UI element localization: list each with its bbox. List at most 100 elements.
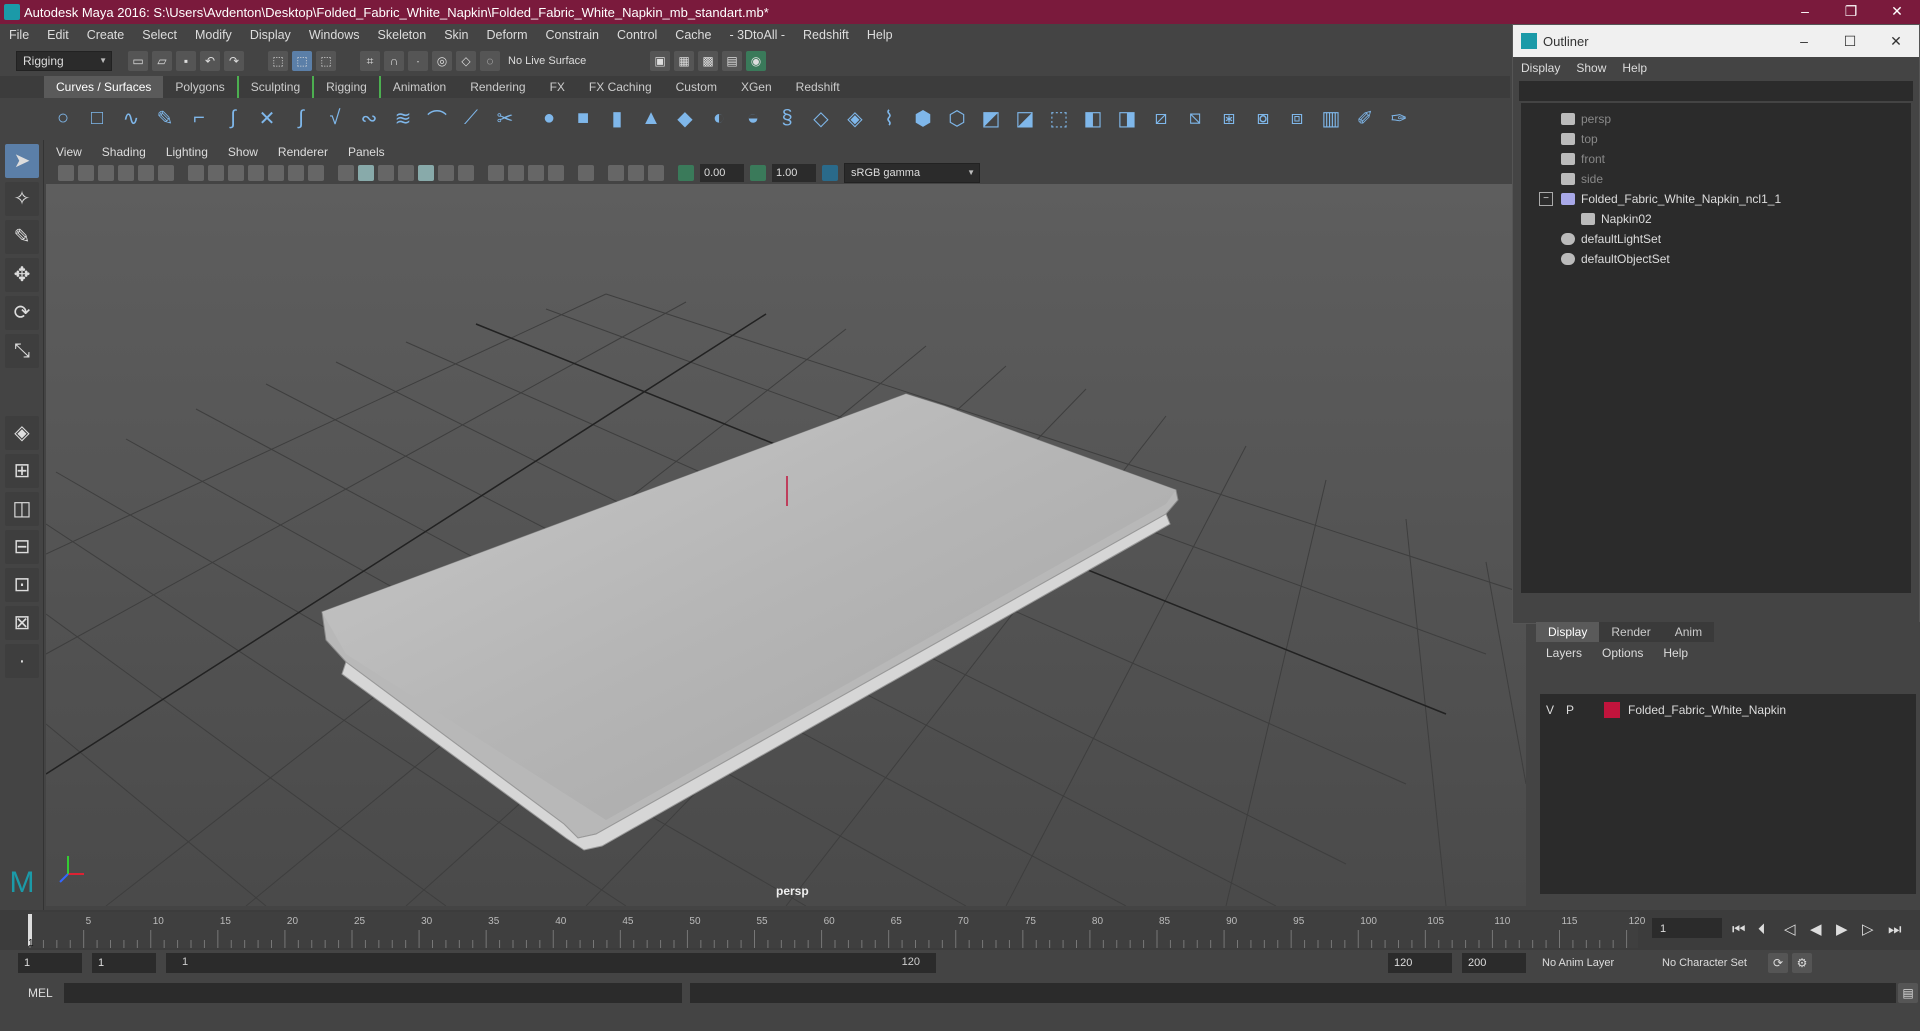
minimize-button[interactable]: –: [1782, 0, 1828, 24]
single-view-layout-icon[interactable]: ◈: [5, 416, 39, 450]
outliner-item-napkin02[interactable]: Napkin02: [1581, 209, 1652, 229]
close-button[interactable]: ✕: [1874, 0, 1920, 24]
curve-extend-icon[interactable]: ⟋: [458, 105, 484, 131]
xray-joints-icon[interactable]: [608, 165, 624, 181]
menu-display[interactable]: Display: [241, 28, 300, 42]
bevel-icon[interactable]: ◩: [978, 105, 1004, 131]
rotate-tool-icon[interactable]: ⟳: [5, 296, 39, 330]
project-curve-icon[interactable]: ⬚: [1046, 105, 1072, 131]
menu-constrain[interactable]: Constrain: [537, 28, 609, 42]
range-slider[interactable]: 1 120: [166, 953, 936, 973]
command-language-label[interactable]: MEL: [28, 986, 64, 1000]
select-tool-icon[interactable]: ➤: [5, 144, 39, 178]
outliner-close-button[interactable]: ✕: [1873, 25, 1919, 57]
grease-pencil-icon[interactable]: [158, 165, 174, 181]
bevel-plus-icon[interactable]: ◪: [1012, 105, 1038, 131]
outliner-item-top[interactable]: top: [1561, 129, 1598, 149]
shelf-tab-custom[interactable]: Custom: [664, 76, 729, 98]
live-surface-icon[interactable]: ◌: [480, 51, 500, 71]
playback-start-field[interactable]: 1: [92, 953, 156, 973]
snap-grid-icon[interactable]: ⌗: [360, 51, 380, 71]
layer-tab-display[interactable]: Display: [1536, 622, 1600, 642]
boundary-icon[interactable]: ⬢: [910, 105, 936, 131]
layout-more-icon[interactable]: ·: [5, 644, 39, 678]
field-chart-icon[interactable]: [268, 165, 284, 181]
layer-menu-help[interactable]: Help: [1653, 646, 1698, 660]
rebuild-surface-icon[interactable]: ▥: [1318, 105, 1344, 131]
napkin-mesh[interactable]: [321, 393, 1179, 851]
animation-prefs-icon[interactable]: ⚙: [1792, 953, 1812, 973]
xray-icon[interactable]: [418, 165, 434, 181]
shelf-tab-animation[interactable]: Animation: [381, 76, 458, 98]
menu-help[interactable]: Help: [858, 28, 902, 42]
surface-edit-icon[interactable]: ✑: [1386, 105, 1412, 131]
nurbs-sphere-icon[interactable]: ●: [536, 105, 562, 131]
layer-playback-toggle[interactable]: P: [1560, 703, 1580, 717]
render-settings-icon[interactable]: ▤: [722, 51, 742, 71]
panel-menu-lighting[interactable]: Lighting: [156, 145, 218, 159]
menu-3dtoall[interactable]: - 3DtoAll -: [720, 28, 794, 42]
viewport-persp[interactable]: persp: [46, 184, 1526, 906]
nurbs-plane-icon[interactable]: ◆: [672, 105, 698, 131]
outliner-item-default-object-set[interactable]: defaultObjectSet: [1561, 249, 1670, 269]
outliner-item-persp[interactable]: persp: [1561, 109, 1611, 129]
layer-menu-layers[interactable]: Layers: [1536, 646, 1592, 660]
menu-deform[interactable]: Deform: [478, 28, 537, 42]
outliner-search-field[interactable]: [1519, 81, 1913, 101]
hypershade-icon[interactable]: ◉: [746, 51, 766, 71]
square-surface-icon[interactable]: ⬡: [944, 105, 970, 131]
step-forward-frame-icon[interactable]: ▷: [1862, 920, 1874, 938]
auto-key-icon[interactable]: ⟳: [1768, 953, 1788, 973]
panel-menu-renderer[interactable]: Renderer: [268, 145, 338, 159]
wireframe-icon[interactable]: [338, 165, 354, 181]
exposure-icon[interactable]: [678, 165, 694, 181]
curve-intersect-icon[interactable]: ✕: [254, 105, 280, 131]
safe-action-icon[interactable]: [288, 165, 304, 181]
bookmark-icon[interactable]: [98, 165, 114, 181]
move-tool-icon[interactable]: ✥: [5, 258, 39, 292]
bezier-curve-icon[interactable]: ∫: [220, 105, 246, 131]
loft-icon[interactable]: §: [774, 105, 800, 131]
go-to-start-icon[interactable]: ⏮: [1732, 920, 1746, 938]
two-view-layout-icon[interactable]: ◫: [5, 492, 39, 526]
birail-icon[interactable]: ⌇: [876, 105, 902, 131]
offset-surface-icon[interactable]: ⧈: [1284, 105, 1310, 131]
panel-menu-shading[interactable]: Shading: [92, 145, 156, 159]
menu-windows[interactable]: Windows: [300, 28, 369, 42]
shelf-tab-curves-surfaces[interactable]: Curves / Surfaces: [44, 76, 164, 98]
extrude-icon[interactable]: ◈: [842, 105, 868, 131]
paint-select-tool-icon[interactable]: ✎: [5, 220, 39, 254]
ep-curve-icon[interactable]: ⌐: [186, 105, 212, 131]
safe-title-icon[interactable]: [308, 165, 324, 181]
curve-rebuild-icon[interactable]: ∾: [356, 105, 382, 131]
play-backwards-icon[interactable]: ◀: [1810, 920, 1822, 938]
play-forwards-icon[interactable]: ▶: [1836, 920, 1848, 938]
playback-end-field[interactable]: 120: [1388, 953, 1452, 973]
2d-pan-zoom-icon[interactable]: [138, 165, 154, 181]
extend-surface-icon[interactable]: ⧇: [1250, 105, 1276, 131]
scene-start-field[interactable]: 1: [18, 953, 82, 973]
menu-skeleton[interactable]: Skeleton: [369, 28, 436, 42]
shelf-tab-fx-caching[interactable]: FX Caching: [577, 76, 664, 98]
insert-isoparm-icon[interactable]: ⧆: [1216, 105, 1242, 131]
gamma-field[interactable]: 1.00: [772, 164, 816, 182]
resolution-gate-icon[interactable]: [228, 165, 244, 181]
nurbs-torus-icon[interactable]: ◐: [706, 105, 732, 131]
detach-surfaces-icon[interactable]: ⧅: [1182, 105, 1208, 131]
default-material-icon[interactable]: [378, 165, 394, 181]
gate-mask-icon[interactable]: [248, 165, 264, 181]
image-plane-icon[interactable]: [118, 165, 134, 181]
curve-detach-icon[interactable]: √: [322, 105, 348, 131]
nurbs-cylinder-icon[interactable]: ▮: [604, 105, 630, 131]
persp-outliner-layout-icon[interactable]: ⊟: [5, 530, 39, 564]
outliner-menu-help[interactable]: Help: [1614, 61, 1655, 75]
command-input[interactable]: [63, 983, 682, 1003]
scene-end-field[interactable]: 200: [1462, 953, 1526, 973]
curve-attach-icon[interactable]: ∫: [288, 105, 314, 131]
grid-toggle-icon[interactable]: [188, 165, 204, 181]
lasso-tool-icon[interactable]: ✧: [5, 182, 39, 216]
script-editor-icon[interactable]: ▤: [1898, 983, 1919, 1003]
camera-lock-icon[interactable]: [78, 165, 94, 181]
gamma-icon[interactable]: [750, 165, 766, 181]
new-scene-icon[interactable]: ▭: [128, 51, 148, 71]
